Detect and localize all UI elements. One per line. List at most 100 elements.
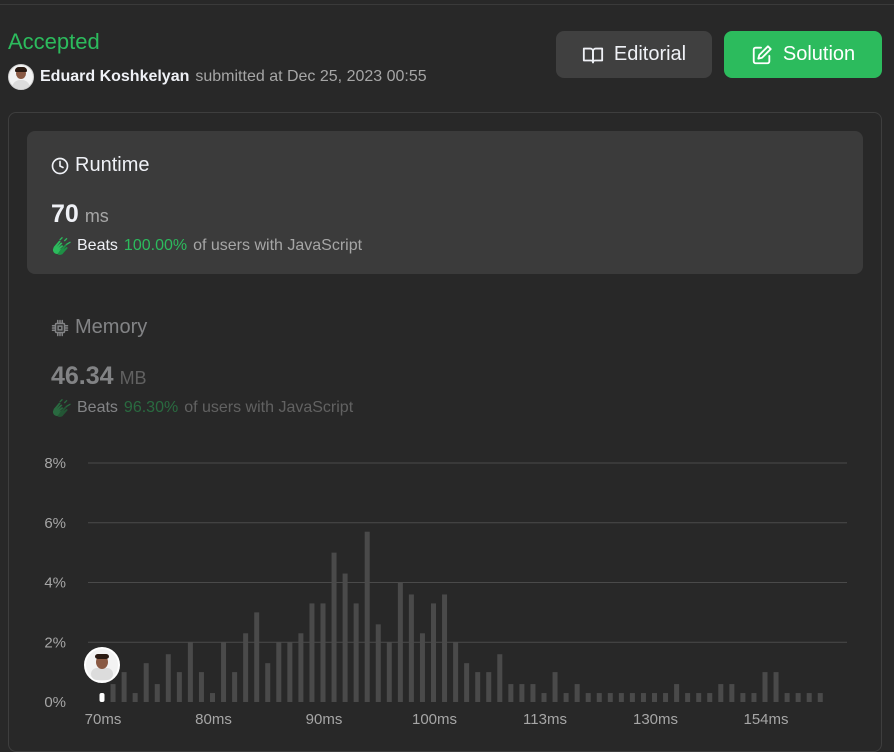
x-tick-label: 70ms (85, 711, 122, 728)
bar (674, 684, 680, 702)
clapping-hands-icon (52, 236, 71, 256)
editorial-button[interactable]: Editorial (556, 31, 712, 78)
bar (210, 693, 215, 702)
bar (176, 672, 182, 702)
submitted-time: submitted at Dec 25, 2023 00:55 (195, 68, 427, 85)
bar (629, 693, 635, 702)
runtime-distribution-chart: 0% 2% 4% 6% 8% 70ms 80ms 90ms 100ms 113ms 130ms 154… (30, 450, 860, 744)
runtime-unit: ms (84, 206, 109, 226)
bar (198, 672, 204, 702)
bar (751, 693, 757, 702)
bar (729, 684, 735, 702)
user-name-link[interactable]: Eduard Koshkelyan (40, 68, 189, 86)
bar (552, 672, 558, 702)
bar (817, 693, 823, 702)
x-tick-label: 130ms (633, 711, 678, 728)
submitter-info: Eduard Koshkelyan submitted at Dec 25, 2… (8, 64, 427, 90)
edit-square-icon (752, 44, 772, 64)
x-tick-label: 100ms (412, 711, 457, 728)
bar (265, 663, 271, 702)
bar (121, 672, 127, 702)
runtime-title: Runtime (51, 154, 149, 177)
bar (453, 642, 459, 702)
bar (320, 603, 326, 702)
user-marker-hair (95, 654, 109, 660)
memory-value: 46.34 MB (51, 362, 147, 391)
user-marker-body (91, 668, 113, 681)
bar (331, 552, 337, 702)
bar (663, 693, 669, 702)
y-tick-label: 6% (44, 515, 66, 532)
bar (773, 672, 779, 702)
bar (309, 603, 315, 702)
top-divider (0, 0, 894, 5)
runtime-beats-label: Beats (77, 237, 118, 254)
runtime-beats-suffix: of users with JavaScript (193, 237, 363, 254)
bar (397, 582, 403, 702)
bar (353, 603, 359, 702)
bar (110, 684, 116, 702)
user-avatar[interactable] (8, 64, 34, 90)
y-tick-label: 2% (44, 634, 66, 651)
bar (431, 603, 436, 702)
bar (530, 684, 536, 702)
memory-title[interactable]: Memory (51, 316, 147, 339)
bar (596, 693, 602, 702)
bar (143, 663, 149, 702)
clapping-hands-icon (52, 398, 71, 418)
bar (276, 642, 282, 702)
solution-label: Solution (782, 43, 856, 65)
bar (574, 684, 580, 702)
book-open-icon (582, 47, 603, 63)
bar (221, 642, 227, 702)
x-tick-label: 113ms (523, 711, 567, 728)
bar (419, 633, 425, 702)
runtime-beats-percent: 100.00% (123, 237, 188, 254)
bar (232, 672, 238, 702)
memory-beats-percent: 96.30% (123, 399, 179, 416)
bar (408, 594, 414, 702)
bar (563, 693, 569, 702)
bar (718, 684, 724, 702)
bar (685, 693, 691, 702)
runtime-title-label: Runtime (75, 154, 150, 176)
bar (784, 693, 790, 702)
bar (442, 594, 448, 702)
bar (375, 624, 381, 702)
bar (806, 693, 812, 702)
bar (165, 654, 171, 702)
bar (243, 633, 249, 702)
bar (464, 663, 470, 702)
bar (287, 642, 293, 702)
bar (585, 693, 591, 702)
bar (618, 693, 624, 702)
submission-status: Accepted (8, 29, 100, 54)
bar (607, 693, 613, 702)
bar (364, 531, 370, 702)
y-tick-label: 0% (44, 694, 66, 711)
bar (640, 693, 646, 702)
bar (497, 654, 503, 702)
y-tick-label: 4% (44, 575, 66, 592)
memory-beats-label: Beats (77, 399, 118, 416)
bar (298, 633, 304, 702)
bar (486, 672, 492, 702)
memory-beats: Beats 96.30% of users with JavaScript (51, 398, 353, 418)
bar (740, 693, 746, 702)
solution-button[interactable]: Solution (724, 31, 882, 78)
memory-beats-suffix: of users with JavaScript (184, 399, 354, 416)
bar (795, 693, 801, 702)
runtime-beats: Beats 100.00% of users with JavaScript (51, 236, 362, 256)
bar (254, 612, 260, 702)
runtime-value: 70 ms (51, 200, 109, 229)
y-tick-label: 8% (44, 455, 66, 472)
bar (475, 672, 481, 702)
bar (652, 693, 657, 702)
bar (707, 693, 713, 702)
bar (541, 693, 547, 702)
chip-icon (51, 319, 69, 336)
memory-number: 46.34 (51, 362, 114, 390)
runtime-number: 70 (51, 200, 79, 228)
bar (386, 642, 392, 702)
x-tick-label: 90ms (306, 711, 343, 728)
